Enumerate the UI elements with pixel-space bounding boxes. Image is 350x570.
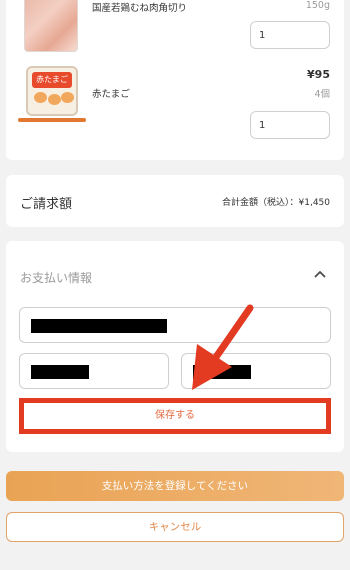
item-unit-chicken: 150g [305, 0, 330, 11]
expiry-field[interactable] [19, 353, 169, 389]
cvc-field[interactable] [181, 353, 331, 389]
item-unit-eggs: 4個 [314, 89, 330, 100]
billing-total: 合計金額（税込）：¥1,450 [222, 198, 330, 208]
save-button[interactable]: 保存する [19, 398, 331, 434]
cart-card: 国産若鶏むね肉角切り 150g 赤たまご ¥95 赤たまご 4個 [6, 0, 344, 160]
item-name-chicken: 国産若鶏むね肉角切り [92, 3, 188, 14]
redacted-expiry [31, 365, 89, 379]
payment-title: お支払い情報 [20, 271, 93, 285]
chicken-pack-image [24, 0, 78, 52]
redacted-card-number [31, 319, 167, 333]
billing-card: ご請求額 合計金額（税込）：¥1,450 [6, 175, 344, 227]
redacted-cvc [193, 365, 251, 379]
quantity-input-chicken[interactable] [250, 21, 330, 49]
egg-pack-image: 赤たまご [18, 64, 86, 124]
item-name-eggs: 赤たまご [92, 89, 130, 100]
card-number-field[interactable] [19, 307, 331, 343]
quantity-input-eggs[interactable] [250, 111, 330, 139]
payment-card: お支払い情報 保存する [6, 241, 344, 452]
egg-pack-label: 赤たまご [32, 72, 72, 88]
chevron-up-icon[interactable] [314, 268, 326, 280]
register-payment-button[interactable]: 支払い方法を登録してください [6, 471, 344, 501]
cancel-button[interactable]: キャンセル [6, 512, 344, 542]
item-price-eggs: ¥95 [307, 68, 330, 81]
billing-title: ご請求額 [20, 197, 73, 212]
